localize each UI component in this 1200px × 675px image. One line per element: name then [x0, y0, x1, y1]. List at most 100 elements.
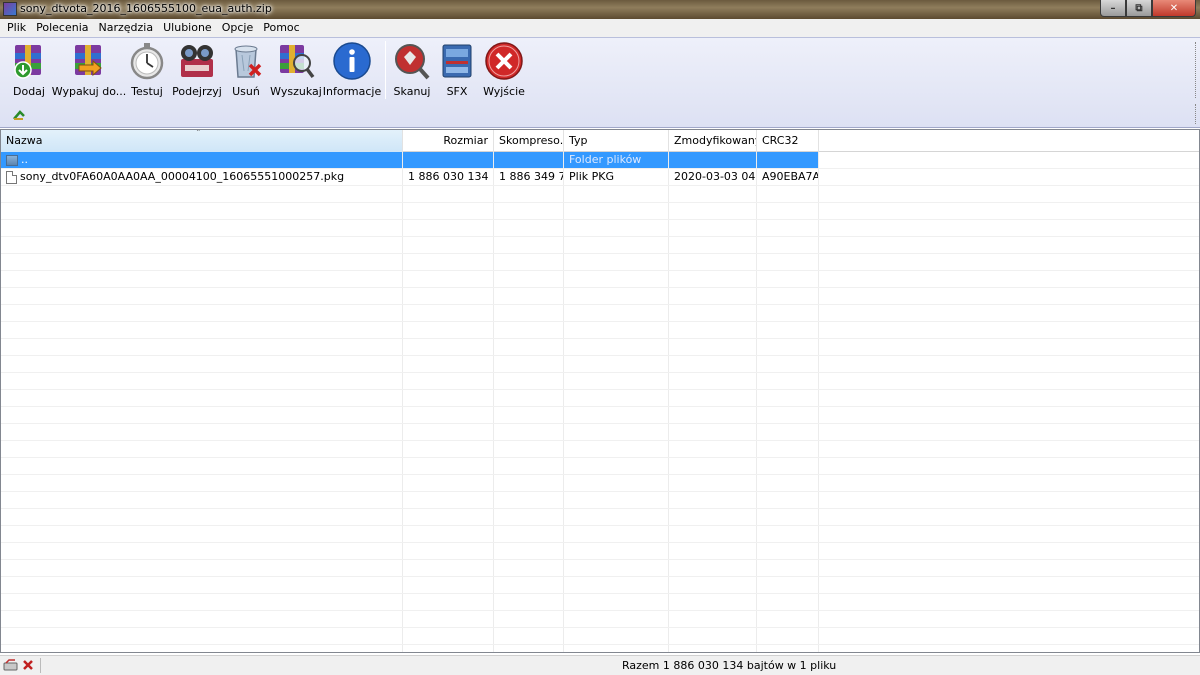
empty-cell [403, 543, 494, 559]
minimize-button[interactable]: – [1100, 0, 1126, 17]
exit-button[interactable]: Wyjście [481, 41, 527, 99]
empty-cell [819, 458, 1199, 474]
empty-cell [494, 628, 564, 644]
empty-cell [669, 645, 757, 652]
empty-cell [564, 339, 669, 355]
empty-cell [757, 390, 819, 406]
menu-opcje[interactable]: Opcje [217, 19, 259, 37]
empty-cell [757, 424, 819, 440]
scan-button[interactable]: Skanuj [391, 41, 433, 99]
info-button[interactable]: Informacje [322, 41, 382, 99]
row-name: sony_dtv0FA60A0AA0AA_00004100_1606555100… [20, 170, 345, 183]
empty-cell [494, 339, 564, 355]
menu-pomoc[interactable]: Pomoc [258, 19, 304, 37]
empty-cell [494, 288, 564, 304]
empty-cell [819, 339, 1199, 355]
table-row[interactable]: .. Folder plików [1, 152, 1199, 169]
column-type[interactable]: Typ [564, 130, 669, 152]
empty-row [1, 628, 1199, 645]
sfx-icon [442, 44, 472, 78]
delete-button[interactable]: Usuń [224, 41, 268, 99]
empty-cell [1, 645, 403, 652]
empty-cell [564, 271, 669, 287]
title-bar[interactable]: sony_dtvota_2016_1606555100_eua_auth.zip… [0, 0, 1200, 19]
empty-cell [669, 237, 757, 253]
empty-row [1, 424, 1199, 441]
empty-cell [564, 373, 669, 389]
add-archive-icon [14, 45, 41, 79]
add-button[interactable]: Dodaj [4, 41, 54, 99]
toolbar-grip-2[interactable] [1195, 104, 1198, 124]
find-button[interactable]: Wyszukaj [268, 41, 324, 99]
menu-polecenia[interactable]: Polecenia [31, 19, 93, 37]
info-button-label: Informacje [322, 85, 382, 98]
empty-cell [669, 424, 757, 440]
empty-cell [403, 407, 494, 423]
toolbar-grip[interactable] [1195, 42, 1198, 98]
empty-cell [564, 441, 669, 457]
empty-cell [757, 373, 819, 389]
empty-cell [1, 288, 403, 304]
empty-cell [819, 441, 1199, 457]
empty-cell [757, 611, 819, 627]
empty-cell [819, 305, 1199, 321]
up-folder-icon[interactable] [12, 107, 26, 121]
menu-ulubione[interactable]: Ulubione [158, 19, 217, 37]
empty-row [1, 203, 1199, 220]
empty-cell [757, 526, 819, 542]
extract-to-button[interactable]: Wypakuj do... [52, 41, 126, 99]
empty-row [1, 271, 1199, 288]
empty-cell [819, 203, 1199, 219]
sfx-button[interactable]: SFX [433, 41, 481, 99]
empty-cell [403, 322, 494, 338]
row-name-cell[interactable]: .. [1, 152, 403, 168]
empty-cell [403, 509, 494, 525]
table-row[interactable]: sony_dtv0FA60A0AA0AA_00004100_1606555100… [1, 169, 1199, 186]
row-compressed: 1 886 349 7... [494, 169, 564, 185]
empty-row [1, 441, 1199, 458]
empty-cell [757, 322, 819, 338]
empty-cell [403, 305, 494, 321]
empty-cell [1, 543, 403, 559]
column-modified[interactable]: Zmodyfikowany [669, 130, 757, 152]
empty-row [1, 577, 1199, 594]
toolbar: Dodaj Wypakuj do... Testuj Podejrzyj Usu… [0, 37, 1200, 128]
empty-cell [757, 645, 819, 652]
empty-cell [494, 577, 564, 593]
key-icon[interactable] [21, 658, 35, 672]
column-size[interactable]: Rozmiar [403, 130, 494, 152]
row-name-cell[interactable]: sony_dtv0FA60A0AA0AA_00004100_1606555100… [1, 169, 403, 185]
empty-cell [757, 594, 819, 610]
test-button-label: Testuj [131, 85, 163, 98]
empty-rows [1, 186, 1199, 652]
row-filler [819, 152, 1199, 168]
empty-row [1, 560, 1199, 577]
empty-cell [757, 628, 819, 644]
folder-up-icon [6, 154, 18, 166]
empty-cell [819, 543, 1199, 559]
close-button[interactable]: ✕ [1152, 0, 1196, 17]
empty-cell [494, 492, 564, 508]
column-name[interactable]: ˄ Nazwa [1, 130, 403, 152]
view-button[interactable]: Podejrzyj [170, 41, 224, 99]
maximize-button[interactable]: ⧉ [1126, 0, 1152, 17]
empty-cell [494, 611, 564, 627]
test-button[interactable]: Testuj [124, 41, 170, 99]
column-compressed[interactable]: Skompreso... [494, 130, 564, 152]
empty-row [1, 509, 1199, 526]
empty-row [1, 543, 1199, 560]
menu-plik[interactable]: Plik [2, 19, 31, 37]
empty-cell [494, 356, 564, 372]
empty-cell [564, 424, 669, 440]
window-controls: – ⧉ ✕ [1100, 0, 1196, 17]
empty-cell [564, 526, 669, 542]
empty-cell [1, 424, 403, 440]
file-list[interactable]: ˄ Nazwa Rozmiar Skompreso... Typ Zmodyfi… [0, 129, 1200, 653]
empty-row [1, 645, 1199, 652]
column-crc32[interactable]: CRC32 [757, 130, 819, 152]
drive-icon[interactable] [3, 658, 19, 672]
menu-narzedzia[interactable]: Narzędzia [94, 19, 159, 37]
winrar-app-icon[interactable] [3, 2, 17, 16]
empty-cell [564, 492, 669, 508]
empty-row [1, 237, 1199, 254]
